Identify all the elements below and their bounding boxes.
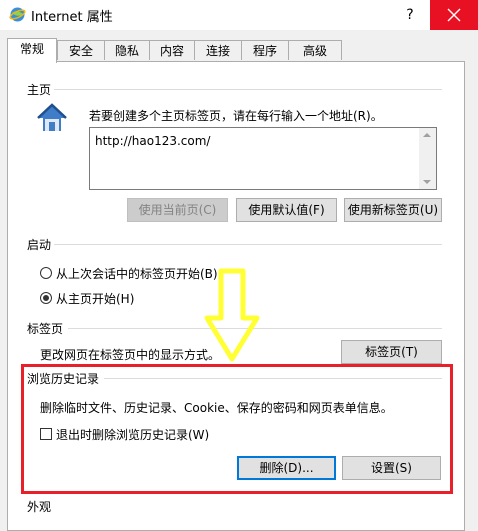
- radio-last-session[interactable]: [40, 267, 52, 279]
- close-icon: [447, 8, 461, 22]
- home-group-label: 主页: [27, 83, 52, 97]
- tabs-settings-button[interactable]: 标签页(T): [341, 340, 442, 364]
- tab-strip: 常规 安全 隐私 内容 连接 程序 高级: [7, 38, 347, 63]
- radio-last-session-label: 从上次会话中的标签页开始(B): [56, 267, 218, 281]
- home-url-textarea[interactable]: http://hao123.com/: [89, 127, 437, 190]
- tabs-description: 更改网页在标签页中的显示方式。: [40, 348, 221, 362]
- tab-content[interactable]: 内容: [149, 40, 195, 60]
- radio-home-page-label: 从主页开始(H): [56, 292, 135, 306]
- scroll-down-icon[interactable]: [423, 180, 431, 184]
- tab-general[interactable]: 常规: [7, 38, 57, 63]
- tab-programs[interactable]: 程序: [241, 40, 289, 60]
- tab-advanced[interactable]: 高级: [288, 40, 342, 60]
- window-title: Internet 属性: [31, 10, 113, 25]
- internet-options-icon: [9, 6, 26, 23]
- appearance-group-label: 外观: [27, 500, 52, 514]
- textarea-scrollbar[interactable]: [419, 128, 436, 189]
- scroll-up-icon[interactable]: [423, 133, 431, 137]
- radio-home-page[interactable]: [40, 292, 52, 304]
- use-current-page-button[interactable]: 使用当前页(C): [127, 198, 228, 222]
- tabs-group-label: 标签页: [27, 322, 64, 336]
- startup-group-divider: [54, 244, 442, 245]
- home-instruction-text: 若要创建多个主页标签页，请在每行输入一个地址(R)。: [89, 109, 383, 123]
- home-group-divider: [54, 89, 442, 90]
- tab-connections[interactable]: 连接: [194, 40, 242, 60]
- close-button[interactable]: [430, 0, 478, 30]
- use-default-button[interactable]: 使用默认值(F): [236, 198, 337, 222]
- house-icon: [36, 102, 68, 134]
- home-url-value: http://hao123.com/: [95, 134, 211, 148]
- highlight-box: [21, 364, 453, 494]
- help-button[interactable]: ?: [392, 0, 428, 30]
- tab-security[interactable]: 安全: [57, 40, 105, 60]
- arrow-down-icon: [204, 268, 260, 362]
- startup-group-label: 启动: [27, 238, 52, 252]
- use-new-tab-button[interactable]: 使用新标签页(U): [344, 198, 442, 222]
- tab-privacy[interactable]: 隐私: [104, 40, 150, 60]
